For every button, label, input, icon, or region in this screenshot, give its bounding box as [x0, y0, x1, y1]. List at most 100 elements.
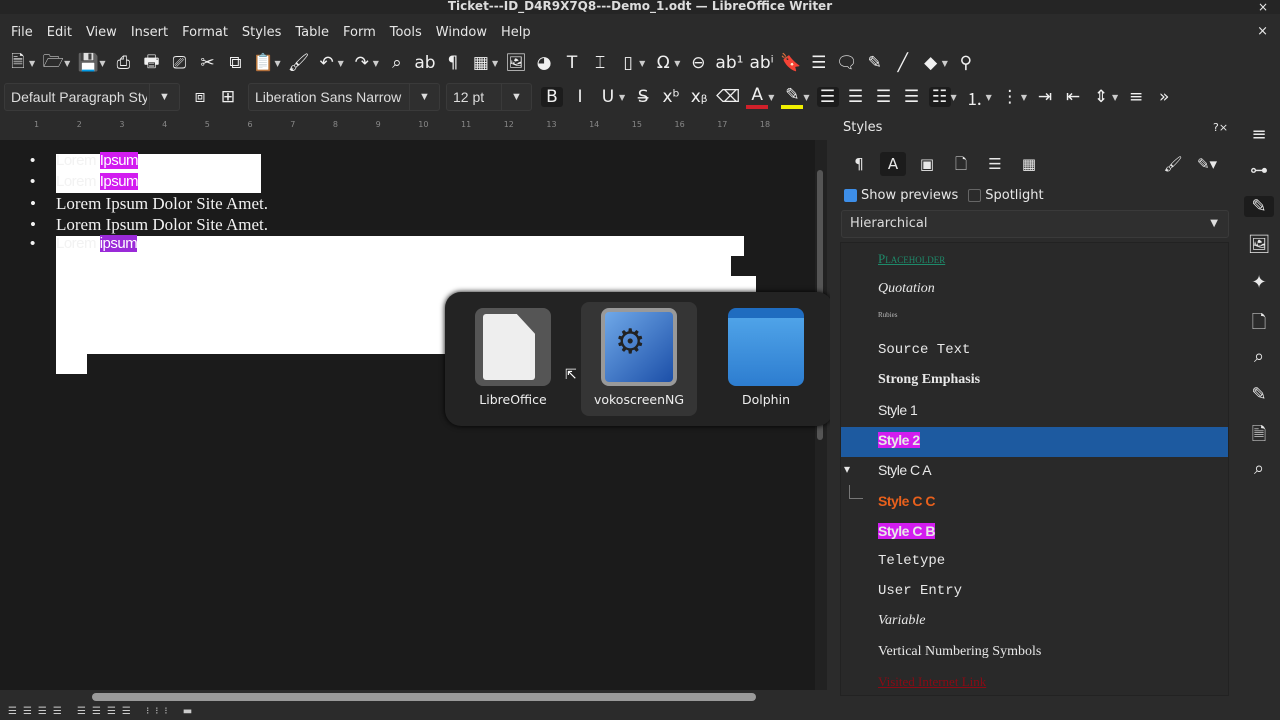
underline-icon[interactable]: U: [597, 87, 619, 107]
dropdown-arrow-icon[interactable]: ▼: [639, 59, 645, 68]
track-changes-icon[interactable]: ✎: [864, 53, 886, 73]
formatting-marks-icon[interactable]: ¶: [442, 53, 464, 73]
manage-changes-icon[interactable]: ✎: [1244, 384, 1274, 405]
list-item[interactable]: • Lorem ipsum: [30, 235, 138, 252]
ordered-list-icon[interactable]: ⒈: [964, 85, 986, 110]
style-item[interactable]: Strong Emphasis: [878, 372, 980, 388]
insert-field-icon[interactable]: ▯: [617, 53, 639, 73]
character-styles-icon[interactable]: A: [880, 152, 906, 176]
strikethrough-icon[interactable]: S̶: [632, 87, 654, 107]
dropdown-arrow-icon[interactable]: ▼: [768, 93, 774, 102]
chevron-down-icon[interactable]: ▼: [409, 84, 439, 110]
style-item[interactable]: User Entry: [878, 583, 962, 599]
fill-format-icon[interactable]: 🖌: [1160, 152, 1186, 176]
collapse-triangle-icon[interactable]: ▾: [844, 462, 850, 476]
list-item[interactable]: • Lorem Ipsum Dolor Site Amet.: [30, 194, 268, 214]
paragraph-spacing-icon[interactable]: ≡: [1125, 87, 1147, 107]
align-left-icon[interactable]: ☰: [816, 87, 839, 107]
show-previews-checkbox[interactable]: [844, 189, 857, 202]
insert-image-icon[interactable]: 🖼: [505, 53, 527, 73]
new-style-icon[interactable]: ⊞: [217, 87, 239, 107]
insert-textbox-icon[interactable]: T: [561, 53, 583, 73]
new-document-icon[interactable]: 🗎: [7, 49, 29, 78]
page-break-icon[interactable]: ⌶: [589, 53, 611, 73]
hyperlink-icon[interactable]: ⊖: [687, 53, 709, 73]
bookmark-icon[interactable]: 🔖: [780, 53, 802, 73]
gallery-icon[interactable]: 🖼: [1244, 234, 1274, 255]
dropdown-arrow-icon[interactable]: ▼: [803, 93, 809, 102]
menu-format[interactable]: Format: [175, 22, 235, 46]
style-actions-icon[interactable]: ✎▾: [1194, 152, 1220, 176]
list-item[interactable]: • Lorem Ipsum: [30, 173, 139, 190]
comment-icon[interactable]: 🗨: [836, 53, 858, 73]
print-preview-icon[interactable]: ⎚: [168, 53, 190, 73]
shapes-icon[interactable]: ◆: [920, 53, 942, 73]
switcher-app-dolphin[interactable]: Dolphin: [708, 302, 824, 416]
style-item[interactable]: Teletype: [878, 553, 945, 569]
export-pdf-icon[interactable]: ⎙: [112, 53, 134, 73]
cross-reference-icon[interactable]: ☰: [808, 53, 830, 73]
dropdown-arrow-icon[interactable]: ▼: [619, 93, 625, 102]
footnote-icon[interactable]: ab¹: [715, 53, 743, 73]
more-icon[interactable]: »: [1153, 87, 1175, 107]
align-right-icon[interactable]: ☰: [873, 87, 895, 107]
list-item[interactable]: • Lorem Ipsum Dolor Site Amet.: [30, 215, 268, 235]
dropdown-arrow-icon[interactable]: ▼: [492, 59, 498, 68]
align-center-icon[interactable]: ☰: [845, 87, 867, 107]
font-color-icon[interactable]: A: [746, 85, 769, 109]
increase-indent-icon[interactable]: ⇥: [1034, 87, 1056, 107]
horizontal-ruler[interactable]: 1 2 3 4 5 6 7 8 9 10 11 12 13 14 15 16 17 18: [0, 116, 815, 136]
special-character-icon[interactable]: Ω: [652, 53, 674, 73]
find-replace-icon[interactable]: ⌕: [386, 53, 408, 73]
menu-form[interactable]: Form: [336, 22, 383, 46]
dropdown-arrow-icon[interactable]: ▼: [986, 93, 992, 102]
decrease-indent-icon[interactable]: ⇤: [1062, 87, 1084, 107]
dropdown-arrow-icon[interactable]: ▼: [373, 59, 379, 68]
italic-icon[interactable]: I: [569, 87, 591, 107]
dropdown-arrow-icon[interactable]: ▼: [674, 59, 680, 68]
dropdown-arrow-icon[interactable]: ▼: [274, 59, 280, 68]
line-icon[interactable]: ╱: [892, 53, 914, 73]
clone-formatting-icon[interactable]: 🖌: [288, 53, 310, 73]
menu-styles[interactable]: Styles: [235, 22, 288, 46]
superscript-icon[interactable]: xᵇ: [660, 87, 682, 107]
bold-icon[interactable]: B: [541, 87, 563, 107]
form-controls-icon[interactable]: ⚲: [955, 53, 977, 73]
style-item[interactable]: Source Text: [878, 342, 970, 358]
undo-icon[interactable]: ↶: [316, 53, 338, 73]
list-styles-icon[interactable]: ☰: [982, 152, 1008, 176]
font-size-combo[interactable]: 12 pt ▼: [446, 83, 532, 111]
dropdown-arrow-icon[interactable]: ▼: [64, 59, 70, 68]
chevron-down-icon[interactable]: ▼: [149, 84, 179, 110]
page-icon[interactable]: 🗋: [1244, 310, 1274, 340]
clear-formatting-icon[interactable]: ⌫: [716, 87, 740, 107]
print-icon[interactable]: 🖶: [140, 49, 162, 78]
cut-icon[interactable]: ✂: [196, 53, 218, 73]
navigator-icon[interactable]: ✦: [1244, 272, 1274, 293]
list-item[interactable]: • Lorem Ipsum: [30, 152, 139, 169]
style-item[interactable]: Style C C: [878, 493, 935, 509]
menu-view[interactable]: View: [79, 22, 124, 46]
unordered-list-icon[interactable]: ☷: [928, 87, 951, 107]
menu-icon[interactable]: ≡: [1244, 124, 1274, 145]
paste-icon[interactable]: 📋: [252, 53, 274, 73]
menu-help[interactable]: Help: [494, 22, 538, 46]
table-styles-icon[interactable]: ▦: [1016, 152, 1042, 176]
style-item[interactable]: Vertical Numbering Symbols: [878, 644, 1041, 660]
insert-chart-icon[interactable]: ◕: [533, 53, 555, 73]
dropdown-arrow-icon[interactable]: ▼: [338, 59, 344, 68]
dropdown-arrow-icon[interactable]: ▼: [951, 93, 957, 102]
dropdown-arrow-icon[interactable]: ▼: [942, 59, 948, 68]
menu-table[interactable]: Table: [288, 22, 336, 46]
dropdown-arrow-icon[interactable]: ▼: [29, 59, 35, 68]
menu-insert[interactable]: Insert: [124, 22, 175, 46]
style-item[interactable]: Visited Internet Link: [878, 674, 986, 690]
font-name-combo[interactable]: Liberation Sans Narrow ▼: [248, 83, 440, 111]
switcher-app-libreoffice[interactable]: LibreOffice: [455, 302, 571, 416]
save-icon[interactable]: 💾: [77, 53, 99, 73]
menu-file[interactable]: File: [4, 22, 40, 46]
page-styles-icon[interactable]: 🗋: [948, 152, 974, 176]
outline-list-icon[interactable]: ⋮: [999, 87, 1021, 107]
menu-edit[interactable]: Edit: [40, 22, 79, 46]
style-item[interactable]: Style 1: [878, 402, 918, 418]
